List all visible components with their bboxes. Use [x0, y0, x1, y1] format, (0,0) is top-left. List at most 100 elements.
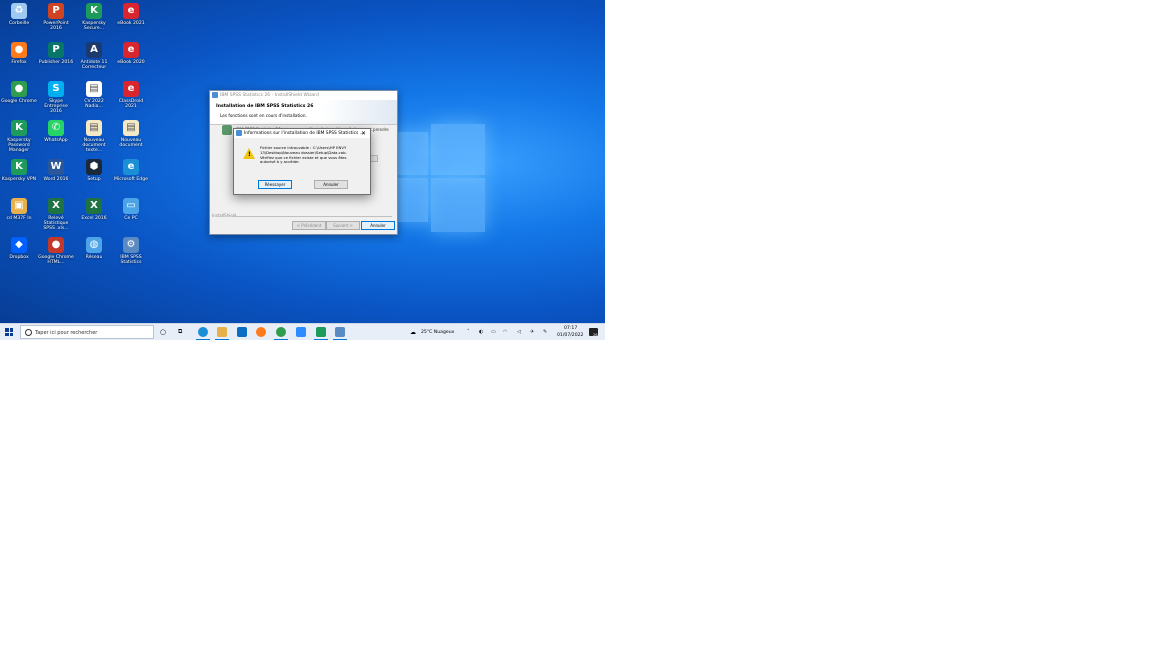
desktop-icon[interactable]: ✆ WhatsApp [38, 120, 74, 143]
desktop-screen: ♻ Corbeille P PowerPoint 2016 K Kaspersky Sec… [0, 0, 605, 340]
installer-separator [232, 216, 392, 217]
weather-icon: ☁ [410, 329, 416, 336]
desktop-icon[interactable]: X Excel 2016 [76, 198, 112, 221]
taskbar-search-input[interactable]: Taper ici pour rechercher [20, 325, 154, 339]
taskbar-firefox-icon[interactable] [256, 327, 266, 337]
desktop-icon[interactable]: ♻ Corbeille [1, 3, 37, 26]
windows-start-icon[interactable] [5, 328, 13, 336]
battery-icon[interactable]: ▭ [491, 329, 496, 335]
dialog-titlebar[interactable]: Informations sur l'installation de IBM S… [234, 129, 370, 138]
clock-date[interactable]: 01/07/2022 [557, 333, 583, 338]
taskbar-explorer-icon[interactable] [215, 327, 229, 340]
retry-button[interactable]: Réessayer [258, 180, 292, 189]
desktop-icon[interactable]: ▤ Nouveau document [113, 120, 149, 148]
notification-count: 26 [593, 333, 598, 337]
desktop-icon[interactable]: ⚙ IBM SPSS Statistics [113, 237, 149, 265]
desktop-icon[interactable]: ▭ Ce PC [113, 198, 149, 221]
desktop-icon[interactable]: e ClassDroid 2021 [113, 81, 149, 109]
cortana-icon[interactable]: ○ [160, 328, 166, 336]
desktop-icon[interactable]: K Kaspersky Secure... [76, 3, 112, 31]
desktop-icon-label: Ce PC [124, 216, 138, 221]
desktop-icon[interactable]: ▣ cd M37F In [1, 198, 37, 221]
desktop-icon[interactable]: ▤ Nouveau document texte... [76, 120, 112, 153]
desktop-icon-label: WhatsApp [44, 138, 68, 143]
installer-titlebar[interactable]: IBM SPSS Statistics 26 - InstallShield W… [210, 91, 397, 100]
windows-logo-pane-tr [431, 124, 485, 175]
close-icon[interactable]: ✕ [361, 129, 366, 138]
desktop-app-icon: W [48, 159, 64, 175]
desktop-icon-label: CV 2022 Nadia... [84, 99, 104, 109]
clock-time[interactable]: 07:17 [564, 326, 577, 331]
language-icon[interactable]: ✈ [530, 329, 534, 335]
desktop-app-icon: S [48, 81, 64, 97]
taskbar-mail-icon[interactable] [237, 327, 247, 337]
desktop-icon-label: Antidote 11 Correcteur [80, 60, 108, 70]
desktop-icon[interactable]: S Skype Entreprise 2016 [38, 81, 74, 114]
desktop-app-icon: X [48, 198, 64, 214]
desktop-app-icon: e [123, 3, 139, 19]
weather-text[interactable]: 25°C Nuageux [421, 330, 454, 335]
desktop-app-icon: ◆ [11, 237, 27, 253]
error-dialog[interactable]: Informations sur l'installation de IBM S… [233, 128, 371, 195]
desktop-icon-label: eBook 2021 [117, 21, 145, 26]
desktop-icon[interactable]: ◍ Réseau [76, 237, 112, 260]
desktop-icon[interactable]: e eBook 2021 [113, 3, 149, 26]
taskbar-edge-icon[interactable] [196, 327, 210, 340]
dialog-cancel-button[interactable]: Annuler [314, 180, 348, 189]
taskbar-zoom-icon[interactable] [296, 327, 306, 337]
desktop-icon[interactable]: ◆ Dropbox [1, 237, 37, 260]
desktop-icon[interactable]: X Relevé Statistique SPSS .xls... [38, 198, 74, 231]
dialog-title: Informations sur l'installation de IBM S… [244, 131, 364, 136]
desktop-icon[interactable]: ● Firefox [1, 42, 37, 65]
network-icon[interactable]: ◠ [503, 329, 507, 335]
desktop-icon[interactable]: e Microsoft Edge [113, 159, 149, 182]
desktop-icon-label: Publisher 2016 [38, 60, 74, 65]
installer-title: IBM SPSS Statistics 26 - InstallShield W… [220, 93, 319, 98]
task-view-icon[interactable]: ⧉ [178, 328, 182, 336]
desktop-app-icon: ⬢ [86, 159, 102, 175]
desktop-app-icon: ▤ [123, 120, 139, 136]
desktop-icon-label: Dropbox [9, 255, 29, 260]
taskbar-kaspersky-icon[interactable] [314, 327, 328, 340]
chevron-up-icon[interactable]: ˄ [467, 329, 470, 335]
pen-icon[interactable]: ✎ [543, 329, 547, 335]
installer-app-icon [212, 92, 218, 98]
desktop-icon-label: Nouveau document texte... [82, 138, 106, 153]
volume-icon[interactable]: ◁ [517, 329, 521, 335]
desktop-app-icon: ● [11, 42, 27, 58]
desktop-icon[interactable]: A Antidote 11 Correcteur [76, 42, 112, 70]
desktop-icon-label: Relevé Statistique SPSS .xls... [43, 216, 69, 231]
desktop-icon-label: Microsoft Edge [114, 177, 148, 182]
desktop-app-icon: ⚙ [123, 237, 139, 253]
desktop-icon-label: ClassDroid 2021 [118, 99, 144, 109]
desktop-icon-label: Setup [87, 177, 101, 182]
taskbar-chrome-icon[interactable] [274, 327, 288, 340]
desktop-app-icon: e [123, 159, 139, 175]
installer-header-title: Installation de IBM SPSS Statistics 26 [216, 104, 314, 109]
desktop-icon-label: Kaspersky Secure... [82, 21, 106, 31]
security-icon[interactable]: ◐ [479, 329, 483, 335]
desktop-icon[interactable]: e eBook 2020 [113, 42, 149, 65]
back-button[interactable]: < Précédent [292, 221, 326, 230]
desktop-icon-label: IBM SPSS Statistics [120, 255, 142, 265]
desktop-icon[interactable]: P PowerPoint 2016 [38, 3, 74, 31]
taskbar-spss-installer-icon[interactable] [333, 327, 347, 340]
desktop-icon[interactable]: ⬢ Setup [76, 159, 112, 182]
search-placeholder: Taper ici pour rechercher [35, 330, 98, 336]
desktop-app-icon: ✆ [48, 120, 64, 136]
desktop-icon[interactable]: P Publisher 2016 [38, 42, 74, 65]
desktop-app-icon: ● [11, 81, 27, 97]
desktop-icon[interactable]: K Kaspersky VPN [1, 159, 37, 182]
desktop-app-icon: e [123, 81, 139, 97]
desktop-icon[interactable]: ● Google Chrome [1, 81, 37, 104]
desktop-icon[interactable]: W Word 2016 [38, 159, 74, 182]
dialog-message: Fichier source introuvable : C:\Users\HP… [260, 145, 347, 165]
desktop-icon[interactable]: ▤ CV 2022 Nadia... [76, 81, 112, 109]
desktop-app-icon: P [48, 3, 64, 19]
desktop-icon[interactable]: K Kaspersky Password Manager [1, 120, 37, 153]
installer-cancel-button[interactable]: Annuler [361, 221, 395, 230]
desktop-app-icon: ▤ [86, 120, 102, 136]
windows-logo-pane-tl [398, 132, 428, 175]
next-button[interactable]: Suivant > [326, 221, 360, 230]
desktop-icon[interactable]: ● Google Chrome HTML... [38, 237, 74, 265]
